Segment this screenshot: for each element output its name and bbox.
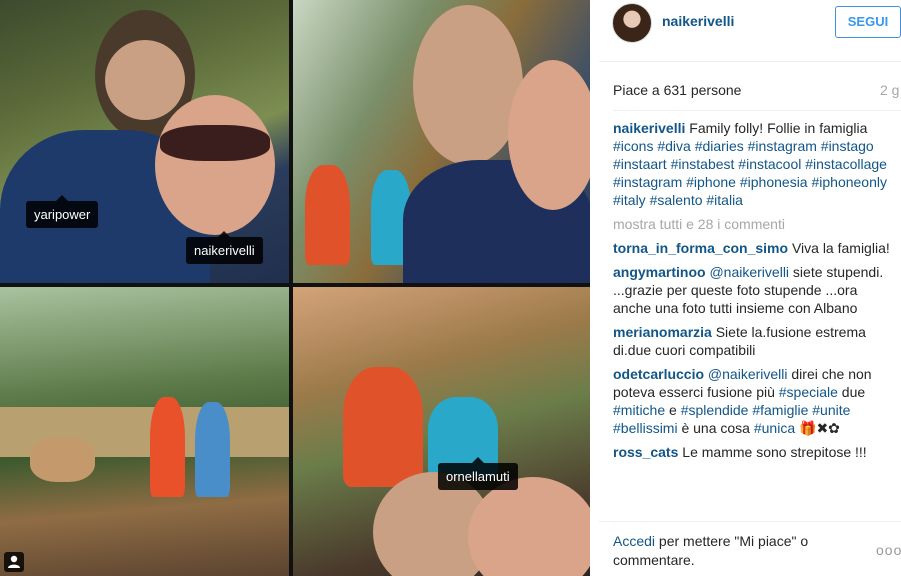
woman-red-dress	[343, 367, 423, 487]
comments-list: naikerivelli Family folly! Follie in fam…	[613, 119, 899, 467]
woman-red-dress	[305, 165, 350, 265]
post-footer: Accedi per mettere "Mi piace" o commenta…	[599, 521, 901, 576]
comment-username[interactable]: odetcarluccio	[613, 366, 704, 382]
post-photo[interactable]: yaripower naikerivelli ornellamuti	[0, 0, 590, 576]
hashtag[interactable]: #bellissimi	[613, 420, 678, 436]
tagged-users-icon[interactable]	[4, 552, 24, 572]
avatar[interactable]	[612, 3, 652, 43]
show-all-comments-link[interactable]: mostra tutti e 28 i commenti	[613, 215, 899, 233]
divider	[613, 110, 901, 111]
comment-item: merianomarzia Siete la.fusione estrema d…	[613, 323, 899, 359]
man-face	[413, 5, 523, 165]
comment-item: ross_cats Le mamme sono strepitose !!!	[613, 443, 899, 461]
man-face	[105, 40, 185, 120]
comment-text: è una cosa	[677, 420, 754, 436]
comment-text: 🎁✖✿	[795, 420, 840, 436]
comment-text: Viva la famiglia!	[788, 240, 890, 256]
user-tag[interactable]: ornellamuti	[438, 457, 518, 490]
comment-item: torna_in_forma_con_simo Viva la famiglia…	[613, 239, 899, 257]
woman-face	[468, 477, 590, 576]
comment-item: odetcarluccio @naikerivelli direi che no…	[613, 365, 899, 437]
post-age[interactable]: 2 g	[880, 82, 899, 98]
more-options-icon[interactable]: ooo	[876, 542, 901, 558]
comment-mention[interactable]: @naikerivelli	[704, 366, 788, 382]
sunglasses	[160, 125, 270, 161]
comment-username[interactable]: merianomarzia	[613, 324, 712, 340]
comment-text: due	[837, 384, 866, 400]
comment-username[interactable]: naikerivelli	[613, 120, 685, 136]
hashtag[interactable]: #speciale	[779, 384, 838, 400]
hashtag[interactable]: #mitiche	[613, 402, 665, 418]
woman-red-dress	[150, 397, 185, 497]
comment-username[interactable]: ross_cats	[613, 444, 678, 460]
user-tag[interactable]: yaripower	[26, 195, 99, 228]
photo-tile-4[interactable]: ornellamuti	[293, 287, 590, 576]
author-username[interactable]: naikerivelli	[662, 13, 734, 29]
user-tag[interactable]: naikerivelli	[186, 231, 263, 264]
comment-username[interactable]: torna_in_forma_con_simo	[613, 240, 788, 256]
photo-tile-2[interactable]	[293, 0, 590, 283]
post-sidebar: naikerivelli SEGUI Piace a 631 persone 2…	[599, 0, 901, 576]
comment-text: Le mamme sono strepitose !!!	[678, 444, 867, 460]
woman-face	[155, 95, 275, 235]
comment-username[interactable]: angymartinoo	[613, 264, 706, 280]
woman-blue-dress	[195, 402, 230, 497]
hashtag[interactable]: #famiglie	[752, 402, 808, 418]
photo-tile-3[interactable]	[0, 287, 289, 576]
comment-mention[interactable]: @naikerivelli	[706, 264, 789, 280]
comment-text: e	[665, 402, 681, 418]
photo-tile-1[interactable]: yaripower naikerivelli	[0, 0, 289, 283]
login-prompt: Accedi per mettere "Mi piace" o commenta…	[613, 532, 843, 570]
follow-button[interactable]: SEGUI	[835, 6, 901, 38]
foal	[30, 437, 95, 482]
comment-item: angymartinoo @naikerivelli siete stupend…	[613, 263, 899, 317]
caption: naikerivelli Family folly! Follie in fam…	[613, 119, 899, 209]
hashtag[interactable]: #unite	[812, 402, 850, 418]
caption-text: Family folly! Follie in famiglia	[685, 120, 868, 136]
hashtag[interactable]: #unica	[754, 420, 795, 436]
woman-face	[508, 60, 590, 210]
login-link[interactable]: Accedi	[613, 533, 655, 549]
post-header: naikerivelli SEGUI	[599, 0, 901, 62]
caption-hashtags[interactable]: #icons #diva #diaries #instagram #instag…	[613, 138, 887, 208]
likes-count[interactable]: Piace a 631 persone	[613, 82, 741, 98]
hashtag[interactable]: #splendide	[681, 402, 749, 418]
